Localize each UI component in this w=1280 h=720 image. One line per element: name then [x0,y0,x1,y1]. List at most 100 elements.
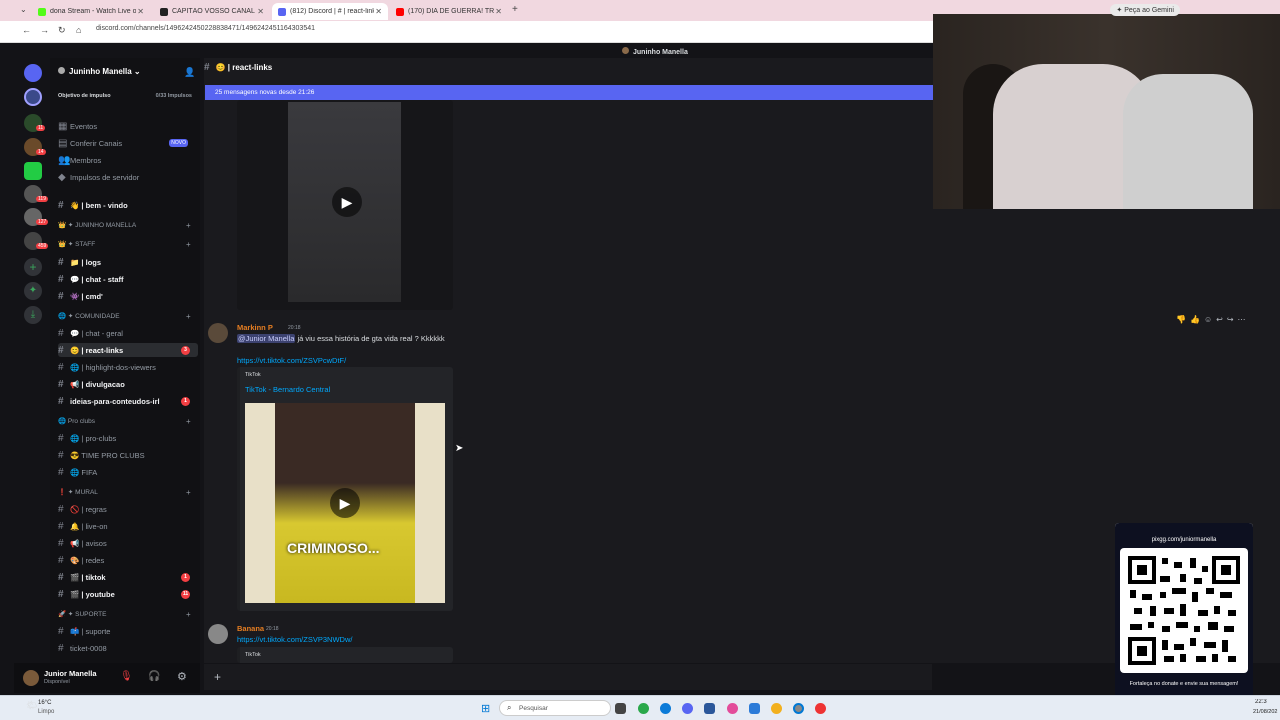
chrome-icon[interactable] [771,703,782,714]
nav-browse-channels[interactable]: ▤ Conferir Canais NOVO [58,136,198,150]
channel-category[interactable]: 🌐 ✦ COMUNIDADE + [58,312,191,321]
video-thumbnail[interactable]: CRIMINOSO... ▶ [245,403,445,603]
mic-muted-icon[interactable]: 🎙 [120,671,133,682]
discord-home-icon[interactable] [24,64,42,82]
play-icon[interactable]: ▶ [330,488,360,518]
channel-item[interactable]: # 💬 | chat - staff [58,272,198,286]
more-icon[interactable]: ⋯ [1238,315,1250,324]
browser-tab-4[interactable]: (170) DIA DE GUERRA! TRAIRA ✕ [390,3,508,20]
browser-tab-2[interactable]: CAPITÃO VOSSO CANAL ✕ [154,3,270,20]
channel-category[interactable]: 🚀 ✦ SUPORTE + [58,610,191,619]
video-embed[interactable]: ▶ [237,100,453,310]
channel-item[interactable]: # 📁 | logs [58,255,198,269]
message-link[interactable]: https://vt.tiktok.com/ZSVPcwDtF/ [237,356,346,365]
server-icon[interactable] [24,88,42,106]
add-channel-icon[interactable]: + [186,240,191,249]
app-icon[interactable] [815,703,826,714]
channel-category[interactable]: 🌐 Pro clubs + [58,417,191,426]
browser-tab-3[interactable]: (812) Discord | # | react-links ✕ [272,3,388,20]
add-member-icon[interactable]: 👤 [184,67,195,78]
close-tab-icon[interactable]: ✕ [495,7,502,16]
xbox-icon[interactable] [638,703,649,714]
nav-events[interactable]: ▦ Eventos [58,119,198,133]
channel-item[interactable]: # 📢 | avisos [58,536,198,550]
gemini-button[interactable]: ✦ Peça ao Gemini [1110,4,1180,16]
add-channel-icon[interactable]: + [186,417,191,426]
taskbar-search[interactable]: ⌕ Pesquisar [499,700,611,716]
new-tab-icon[interactable]: + [512,4,518,15]
forward-icon[interactable]: ↪ [1227,315,1238,324]
channel-item[interactable]: # 🎬 | youtube 11 [58,587,198,601]
reply-icon[interactable]: ↩ [1216,315,1227,324]
settings-gear-icon[interactable]: ⚙ [177,670,187,683]
reload-icon[interactable]: ↻ [58,25,66,36]
channel-category[interactable]: 👑 ✦ STAFF + [58,240,191,249]
channel-item[interactable]: # 👋 | bem - vindo [58,198,198,212]
play-icon[interactable]: ▶ [332,187,362,217]
channel-item[interactable]: # 🚫 | regras [58,502,198,516]
add-channel-icon[interactable]: + [186,610,191,619]
channel-item[interactable]: # 📫 | suporte [58,624,198,638]
reaction-icon[interactable]: 👎 [1176,315,1190,324]
back-icon[interactable]: ← [22,25,31,35]
channel-item[interactable]: # 😊 | react-links 3 [58,343,198,357]
channel-item[interactable]: # ideias-para-conteudos-irl 1 [58,394,198,408]
browser-tab-1[interactable]: dona Stream - Watch Live on Ki ✕ [32,3,150,20]
message-input-bar[interactable]: + [204,664,932,690]
channel-item[interactable]: # 🎨 | redes [58,553,198,567]
channel-item[interactable]: # ticket-0008 [58,641,198,655]
app-icon[interactable] [704,703,715,714]
server-icon[interactable] [24,162,42,180]
forward-icon[interactable]: → [40,25,49,35]
channel-item[interactable]: # 🌐 | pro-clubs [58,431,198,445]
boost-goal[interactable]: Objetivo de impulso 0/33 Impulsos [58,93,192,99]
channel-item[interactable]: # 😎 TIME PRO CLUBS [58,448,198,462]
home-icon[interactable]: ⌂ [76,25,81,35]
app-icon[interactable] [727,703,738,714]
channel-category[interactable]: ❗ ✦ MURAL + [58,488,191,497]
add-channel-icon[interactable]: + [186,221,191,230]
server-name-header[interactable]: Juninho Manella ⌄ [58,67,141,76]
channel-item[interactable]: # 💬 | chat - geral [58,326,198,340]
download-icon[interactable]: ⤓ [24,306,42,324]
author-avatar[interactable] [208,624,228,644]
channel-item[interactable]: # 👾 | cmd' [58,289,198,303]
tab-list-icon[interactable]: ⌄ [20,5,27,14]
add-server-icon[interactable]: + [24,258,42,276]
channel-category[interactable]: 👑 ✦ JUNINHO MANELLA + [58,221,191,230]
new-messages-bar[interactable]: 25 mensagens novas desde 21:26 [205,85,933,100]
message-author[interactable]: Banana [237,624,264,633]
message-author[interactable]: Markinn P [237,323,273,332]
channel-item[interactable]: # 🎬 | tiktok 1 [58,570,198,584]
author-avatar[interactable] [208,323,228,343]
headphones-muted-icon[interactable]: 🎧 [148,671,160,682]
url-field[interactable]: discord.com/channels/1496242450228838471… [96,25,315,32]
user-mention[interactable]: @Junior Manella [237,334,296,343]
add-reaction-icon[interactable]: ☺ [1204,315,1216,324]
channel-item[interactable]: # 📢 | divulgacao [58,377,198,391]
edge-icon[interactable] [660,703,671,714]
nav-server-boosts[interactable]: ◆ Impulsos de servidor [58,170,198,184]
embed-title[interactable]: TikTok - Bernardo Central [245,385,330,394]
channel-item[interactable]: # 🔔 | live-on [58,519,198,533]
add-channel-icon[interactable]: + [186,488,191,497]
app-icon[interactable] [749,703,760,714]
weather-temp[interactable]: 16°C [38,700,51,706]
clock-time[interactable]: 22:3 [1255,699,1280,705]
close-tab-icon[interactable]: ✕ [257,7,264,16]
windows-start-icon[interactable]: ⊞ [481,702,490,715]
chrome-active-icon[interactable] [793,703,804,714]
message-link[interactable]: https://vt.tiktok.com/ZSVP3NWDw/ [237,635,352,644]
reaction-icon[interactable]: 👍 [1190,315,1204,324]
nav-members[interactable]: 👥 Membros [58,153,198,167]
discord-taskbar-icon[interactable] [682,703,693,714]
add-channel-icon[interactable]: + [186,312,191,321]
task-view-icon[interactable] [615,703,626,714]
channel-item[interactable]: # 🌐 FIFA [58,465,198,479]
user-avatar[interactable] [23,670,39,686]
channel-item[interactable]: # 🌐 | highlight-dos-viewers [58,360,198,374]
close-tab-icon[interactable]: ✕ [137,7,144,16]
attach-plus-icon[interactable]: + [214,670,221,684]
close-tab-icon[interactable]: ✕ [375,7,382,16]
explore-icon[interactable]: ✦ [24,282,42,300]
